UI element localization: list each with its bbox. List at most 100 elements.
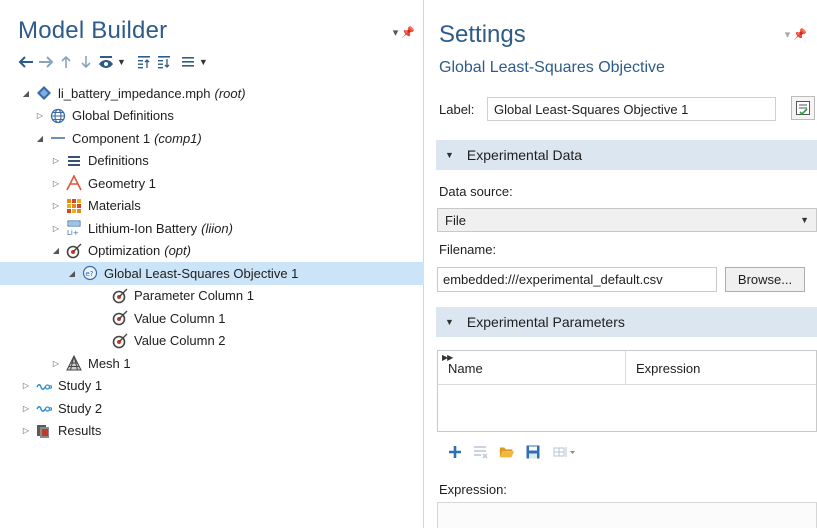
target-icon: [112, 310, 128, 326]
model-tree: ◢ li_battery_impedance.mph (root) ▷ Glob…: [0, 82, 424, 442]
chevron-down-icon: ▼: [445, 150, 454, 160]
model-root-icon: [36, 85, 52, 101]
model-builder-panel: Model Builder ▾ 📌 ▼ ▼ ◢ li_battery_imped…: [0, 0, 424, 528]
tree-node-geometry[interactable]: ▷ Geometry 1: [0, 172, 424, 195]
down-arrow-icon[interactable]: [78, 53, 94, 71]
tree-label: Optimization: [88, 243, 161, 259]
panel-pin-controls[interactable]: ▾ 📌: [393, 26, 415, 39]
table-settings-icon[interactable]: [551, 444, 577, 460]
svg-text:e?: e?: [86, 270, 94, 278]
tree-node-value-column-1[interactable]: Value Column 1: [0, 307, 424, 330]
chevron-down-icon[interactable]: ▼: [117, 57, 126, 67]
data-source-value: File: [445, 212, 466, 228]
column-header-expression[interactable]: Expression: [626, 351, 816, 384]
expression-caption: Expression:: [439, 482, 507, 497]
collapsed-caret-icon[interactable]: ▷: [20, 426, 32, 435]
expand-icon[interactable]: [156, 53, 172, 71]
collapsed-caret-icon[interactable]: ▷: [20, 381, 32, 390]
select-all-icon[interactable]: ▶▶: [442, 353, 453, 362]
tree-node-optimization[interactable]: ◢ Optimization (opt): [0, 240, 424, 263]
tree-label: Geometry 1: [88, 175, 156, 191]
label-row: Label: Global Least-Squares Objective 1: [439, 97, 776, 121]
collapsed-caret-icon[interactable]: ▷: [50, 156, 62, 165]
edit-label-icon: [796, 101, 810, 116]
filename-caption: Filename:: [439, 242, 497, 257]
study-icon: [36, 378, 52, 394]
settings-subtitle: Global Least-Squares Objective: [439, 59, 665, 76]
collapse-icon[interactable]: [136, 53, 152, 71]
list-icon[interactable]: [180, 53, 196, 71]
tree-node-component[interactable]: ◢ Component 1 (comp1): [0, 127, 424, 150]
collapsed-caret-icon[interactable]: ▷: [34, 111, 46, 120]
tree-node-mesh[interactable]: ▷ Mesh 1: [0, 352, 424, 375]
open-folder-icon[interactable]: [499, 444, 515, 460]
target-icon: [112, 333, 128, 349]
expression-field[interactable]: [437, 502, 817, 528]
section-experimental-data[interactable]: ▼ Experimental Data: [436, 140, 817, 170]
show-icon[interactable]: [98, 53, 114, 71]
add-icon[interactable]: [447, 444, 463, 460]
column-header-name[interactable]: ▶▶ Name: [438, 351, 626, 384]
collapsed-caret-icon[interactable]: ▷: [50, 179, 62, 188]
panel-title: Model Builder: [18, 17, 168, 44]
tree-label: Definitions: [88, 153, 149, 169]
tree-label: Global Definitions: [72, 108, 174, 124]
tree-node-root[interactable]: ◢ li_battery_impedance.mph (root): [0, 82, 424, 105]
tree-label: Value Column 1: [134, 310, 226, 326]
browse-button[interactable]: Browse...: [725, 267, 805, 292]
tree-node-study-2[interactable]: ▷ Study 2: [0, 397, 424, 420]
expanded-caret-icon[interactable]: ◢: [50, 246, 62, 255]
results-icon: [36, 423, 52, 439]
tree-node-global-least-squares-objective[interactable]: ◢ e? Global Least-Squares Objective 1: [0, 262, 424, 285]
section-experimental-parameters[interactable]: ▼ Experimental Parameters: [436, 307, 817, 337]
tree-label: Value Column 2: [134, 333, 226, 349]
collapsed-caret-icon[interactable]: ▷: [50, 224, 62, 233]
expanded-caret-icon[interactable]: ◢: [34, 134, 46, 143]
label-caption: Label:: [439, 101, 475, 117]
label-edit-button[interactable]: [791, 96, 815, 120]
chevron-down-icon[interactable]: ▼: [199, 57, 208, 67]
data-source-select[interactable]: File ▼: [437, 208, 817, 232]
tree-tag: (root): [214, 85, 246, 101]
definitions-icon: [66, 153, 82, 169]
label-field[interactable]: Global Least-Squares Objective 1: [487, 97, 776, 121]
tree-label: Lithium-Ion Battery: [88, 220, 198, 236]
section-title: Experimental Parameters: [466, 314, 625, 330]
delete-list-icon[interactable]: [473, 444, 489, 460]
table-toolbar: [447, 444, 577, 460]
forward-arrow-icon[interactable]: [38, 53, 54, 71]
expanded-caret-icon[interactable]: ◢: [66, 269, 78, 278]
component-icon: [50, 130, 66, 146]
tree-tag: (comp1): [154, 130, 202, 146]
tree-node-results[interactable]: ▷ Results: [0, 420, 424, 443]
tree-label: Materials: [88, 198, 141, 214]
tree-node-materials[interactable]: ▷ Materials: [0, 195, 424, 218]
tree-node-parameter-column[interactable]: Parameter Column 1: [0, 285, 424, 308]
tree-label: Parameter Column 1: [134, 288, 254, 304]
filename-field[interactable]: embedded:///experimental_default.csv: [437, 267, 717, 292]
optimization-icon: [66, 243, 82, 259]
tree-node-value-column-2[interactable]: Value Column 2: [0, 330, 424, 353]
settings-panel: Settings ▾ 📌 Global Least-Squares Object…: [425, 0, 817, 528]
tree-label: Results: [58, 423, 102, 439]
collapsed-caret-icon[interactable]: ▷: [50, 359, 62, 368]
section-title: Experimental Data: [466, 147, 583, 163]
mesh-icon: [66, 355, 82, 371]
tree-node-definitions[interactable]: ▷ Definitions: [0, 150, 424, 173]
expanded-caret-icon[interactable]: ◢: [20, 89, 32, 98]
panel-pin-controls[interactable]: ▾ 📌: [785, 28, 807, 41]
tree-tag: (opt): [164, 243, 191, 259]
chevron-down-icon: ▼: [445, 317, 454, 327]
tree-label: Global Least-Squares Objective 1: [104, 265, 299, 281]
collapsed-caret-icon[interactable]: ▷: [50, 201, 62, 210]
tree-node-lithium-ion-battery[interactable]: ▷ Li+ Lithium-Ion Battery (liion): [0, 217, 424, 240]
collapsed-caret-icon[interactable]: ▷: [20, 404, 32, 413]
parameters-table[interactable]: ▶▶ Name Expression: [437, 350, 817, 432]
materials-icon: [66, 198, 82, 214]
back-arrow-icon[interactable]: [18, 53, 34, 71]
tree-node-global-definitions[interactable]: ▷ Global Definitions: [0, 105, 424, 128]
column-header-label: Name: [448, 361, 483, 376]
tree-node-study-1[interactable]: ▷ Study 1: [0, 375, 424, 398]
save-icon[interactable]: [525, 444, 541, 460]
up-arrow-icon[interactable]: [58, 53, 74, 71]
